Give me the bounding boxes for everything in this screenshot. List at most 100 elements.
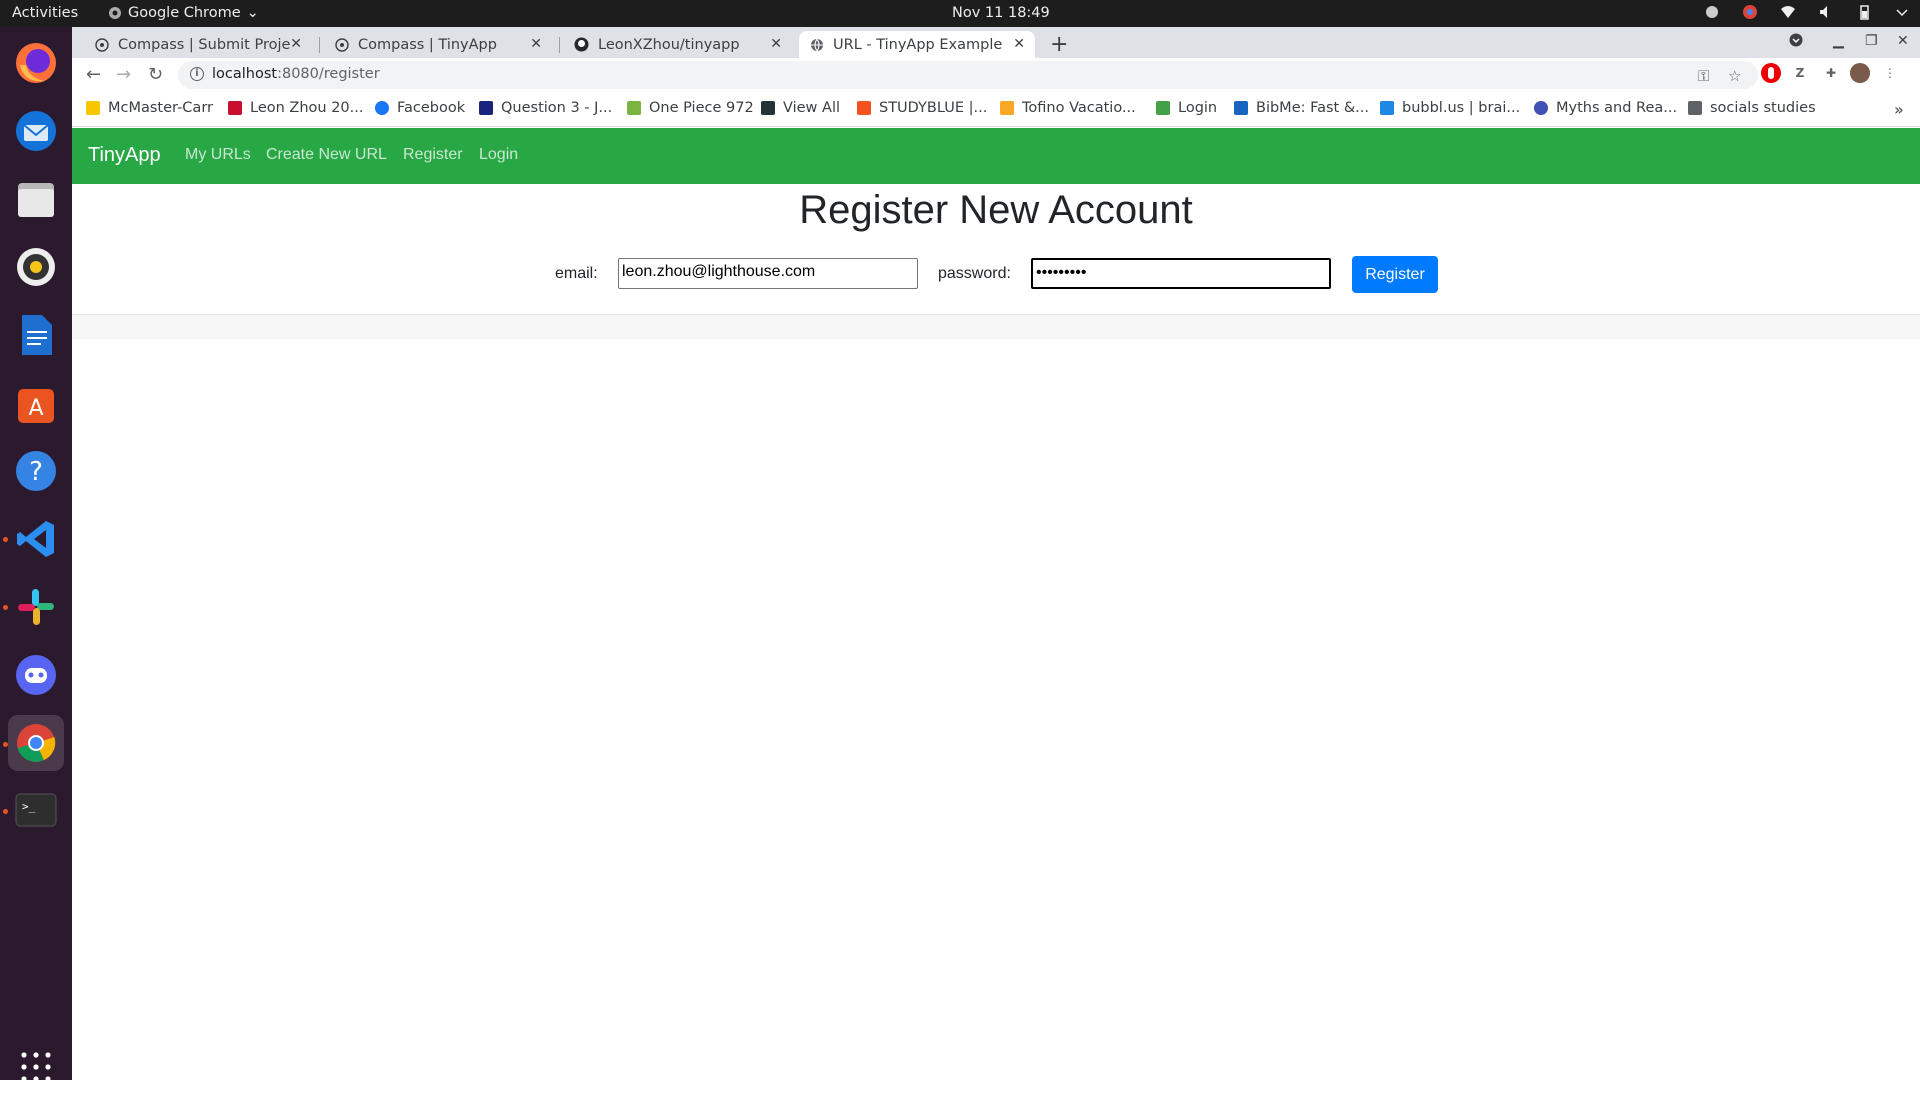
volume-icon [1818,4,1834,20]
help-launcher[interactable]: ? [8,443,64,499]
bookmark-label: McMaster-Carr [108,100,213,116]
bookmark-star-icon[interactable]: ☆ [1728,67,1741,85]
navbar-brand[interactable]: TinyApp [88,144,161,167]
tab-title: Compass | TinyApp [358,36,497,53]
clock[interactable]: Nov 11 18:49 [952,5,1050,21]
app-menu[interactable]: Google Chrome ⌄ [108,5,259,21]
register-button[interactable]: Register [1352,256,1438,293]
tab-search-icon[interactable] [1789,33,1803,51]
back-arrow-icon[interactable]: ← [86,64,101,85]
page-title: Register New Account [799,188,1193,232]
folder-icon [1688,101,1702,115]
chrome-launcher[interactable] [8,715,64,771]
svg-text:>_: >_ [22,800,36,813]
tab-strip: Compass | Submit Project ✕ Compass | Tin… [72,27,1920,58]
more-bookmarks-button[interactable]: » [1894,100,1904,119]
software-launcher[interactable]: A [8,375,64,431]
nav-link-my-urls[interactable]: My URLs [185,146,251,164]
app-menu-label: Google Chrome [128,5,241,21]
restore-icon[interactable]: ❐ [1865,33,1878,49]
tab-title: LeonXZhou/tinyapp [598,36,740,53]
new-tab-button[interactable]: + [1050,32,1068,57]
show-applications-button[interactable] [8,1039,64,1095]
close-icon[interactable]: ✕ [1013,36,1025,52]
close-icon[interactable]: ✕ [290,36,302,52]
nav-link-register[interactable]: Register [403,146,463,164]
bookmark-item[interactable]: Facebook [375,100,465,116]
activities-button[interactable]: Activities [12,5,78,21]
bookmark-item[interactable]: Login [1156,100,1217,116]
files-launcher[interactable] [8,171,64,227]
bookmark-favicon-icon [1234,101,1248,115]
bookmark-item[interactable]: Tofino Vacatio... [1000,100,1136,116]
tab-tinyapp-register[interactable]: URL - TinyApp Example ✕ [799,31,1035,58]
footer-strip [72,315,1920,339]
address-bar[interactable]: i localhost:8080/register ⚿ ☆ [178,61,1758,89]
vscode-icon [17,521,54,557]
globe-icon [334,37,349,52]
url-text[interactable]: localhost:8080/register [212,66,380,82]
tab-compass-submit-project[interactable]: Compass | Submit Project ✕ [84,31,312,58]
battery-icon [1856,4,1872,20]
email-input[interactable]: leon.zhou@lighthouse.com [618,258,918,289]
window-close-icon[interactable]: ✕ [1897,33,1909,49]
tab-compass-tinyapp[interactable]: Compass | TinyApp ✕ [324,31,552,58]
bookmark-item[interactable]: View All [761,100,840,116]
profile-avatar[interactable] [1850,63,1870,83]
minimize-icon[interactable]: ▁ [1833,33,1844,49]
forward-arrow-icon[interactable]: → [116,64,131,85]
firefox-launcher[interactable] [8,35,64,91]
discord-launcher[interactable] [8,647,64,703]
rhythmbox-launcher[interactable] [8,239,64,295]
bookmark-label: BibMe: Fast &... [1256,100,1369,116]
bookmark-favicon-icon [1000,101,1014,115]
vscode-launcher[interactable] [8,511,64,567]
bookmark-label: bubbl.us | brai... [1402,100,1521,116]
libreoffice-writer-launcher[interactable] [8,307,64,363]
bookmark-item[interactable]: One Piece 972 [627,100,754,116]
tab-github-tinyapp[interactable]: LeonXZhou/tinyapp ✕ [564,31,792,58]
bookmark-item[interactable]: BibMe: Fast &... [1234,100,1369,116]
slack-icon [18,589,54,625]
password-label: password: [938,265,1011,282]
extension-adblock-icon[interactable] [1761,63,1781,83]
globe-icon [94,37,109,52]
terminal-launcher[interactable]: >_ [8,782,64,838]
slack-launcher[interactable] [8,579,64,635]
bookmark-item[interactable]: Myths and Rea... [1534,100,1677,116]
chevron-down-icon: ⌄ [246,5,259,21]
register-section: Register New Account email: leon.zhou@li… [72,184,1920,314]
bookmark-item[interactable]: Leon Zhou 20... [228,100,364,116]
bookmark-favicon-icon [479,101,493,115]
github-icon [574,37,589,52]
browser-toolbar: ← → ↻ i localhost:8080/register ⚿ ☆ Z ✚ … [72,58,1920,92]
reload-icon[interactable]: ↻ [148,64,163,85]
thunderbird-icon [16,111,56,151]
nav-link-login[interactable]: Login [479,146,518,164]
password-input[interactable]: ••••••••• [1031,258,1331,289]
software-store-icon: A [18,389,54,423]
terminal-icon: >_ [15,793,57,827]
svg-text:A: A [28,396,43,421]
bookmark-item[interactable]: STUDYBLUE |... [857,100,987,116]
close-icon[interactable]: ✕ [530,36,542,52]
help-icon: ? [16,451,56,491]
extension-z-icon[interactable]: Z [1790,63,1810,83]
site-info-icon[interactable]: i [190,67,204,81]
bookmark-item[interactable]: McMaster-Carr [86,100,213,116]
bookmark-folder[interactable]: socials studies [1688,100,1816,116]
bookmark-label: One Piece 972 [649,100,754,116]
bookmark-favicon-icon [1380,101,1394,115]
chrome-tray-icon [1742,4,1758,20]
more-menu-icon[interactable]: ⋮ [1880,63,1900,83]
thunderbird-launcher[interactable] [8,103,64,159]
system-tray[interactable] [1704,4,1910,20]
tab-title: URL - TinyApp Example [833,36,1003,53]
nav-link-create-new-url[interactable]: Create New URL [266,146,387,164]
bookmark-item[interactable]: bubbl.us | brai... [1380,100,1520,116]
extensions-puzzle-icon[interactable]: ✚ [1821,63,1841,83]
system-top-bar: Activities Google Chrome ⌄ Nov 11 18:49 [0,0,1920,27]
bookmark-item[interactable]: Question 3 - J... [479,100,612,116]
close-icon[interactable]: ✕ [770,36,782,52]
key-icon[interactable]: ⚿ [1698,67,1709,85]
